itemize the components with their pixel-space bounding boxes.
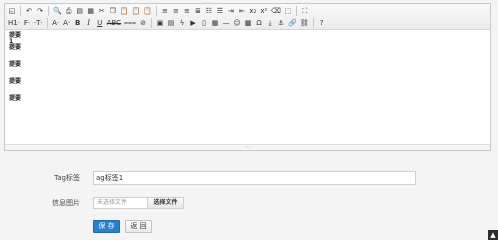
source-icon[interactable]: ◱ bbox=[7, 6, 17, 17]
clear-format-icon[interactable]: ⌫ bbox=[270, 6, 282, 17]
toolbar-separator bbox=[48, 6, 49, 16]
save-button[interactable]: 保 存 bbox=[93, 220, 120, 233]
toolbar-row-1: ◱ ↶ ↷ 🔍 ⎙ ▤ ▦ ✂ ❐ 📋 📋 📋 ≡ ≡ ≡ ≣ ☷ ☰ ⇥ ⇤ x₂ x² ⌫ ⬚ ⛶ bbox=[7, 5, 488, 17]
align-right-icon[interactable]: ≡ bbox=[182, 6, 192, 17]
remove-format-icon[interactable]: ⊘ bbox=[138, 18, 148, 29]
resize-grip-icon: ⋯ bbox=[244, 144, 251, 151]
template-icon[interactable]: ▤ bbox=[75, 6, 85, 17]
strikethrough-icon[interactable]: ABC bbox=[106, 18, 122, 29]
print-icon[interactable]: ⎙ bbox=[64, 6, 74, 17]
toolbar-separator bbox=[155, 6, 157, 16]
emoticon-icon[interactable]: ☺ bbox=[232, 18, 242, 29]
editor-line: 提要 bbox=[9, 78, 22, 85]
unordered-list-icon[interactable]: ☰ bbox=[215, 6, 225, 17]
toolbar-separator bbox=[46, 18, 48, 28]
baidu-map-icon[interactable]: ▩ bbox=[243, 18, 253, 29]
file-placeholder: 未选择文件 bbox=[97, 199, 128, 206]
bold-icon[interactable]: B bbox=[73, 18, 83, 29]
undo-icon[interactable]: ↶ bbox=[24, 6, 34, 17]
outdent-icon[interactable]: ⇤ bbox=[237, 6, 247, 17]
link-icon[interactable]: 🔗 bbox=[287, 18, 298, 29]
preview-icon[interactable]: 🔍 bbox=[52, 6, 63, 17]
font-family-icon[interactable]: F· bbox=[22, 18, 32, 29]
redo-icon[interactable]: ↷ bbox=[35, 6, 45, 17]
special-char-icon[interactable]: Ω bbox=[254, 18, 264, 29]
editor-toolbar: ◱ ↶ ↷ 🔍 ⎙ ▤ ▦ ✂ ❐ 📋 📋 📋 ≡ ≡ ≡ ≣ ☷ ☰ ⇥ ⇤ x₂ x² ⌫ ⬚ ⛶ H1· F· ·T· A· A·… bbox=[5, 4, 490, 30]
underline-icon[interactable]: U bbox=[95, 18, 105, 29]
heading-icon[interactable]: H1· bbox=[7, 18, 21, 29]
pagebreak-icon[interactable]: ⤓ bbox=[265, 18, 275, 29]
align-left-icon[interactable]: ≡ bbox=[160, 6, 170, 17]
font-color-icon[interactable]: A· bbox=[51, 18, 61, 29]
anchor-icon[interactable]: ⚓ bbox=[276, 18, 286, 29]
help-icon[interactable]: ? bbox=[317, 18, 327, 29]
tag-input[interactable] bbox=[93, 171, 416, 185]
image-icon[interactable]: ▣ bbox=[155, 18, 165, 29]
toolbar-row-2: H1· F· ·T· A· A· B I U ABC ⩶ ⊘ ▣ ▤ ϟ ▶ ▯ ▦ — ☺ ▩ Ω ⤓ ⚓ 🔗 ⛓? bbox=[7, 17, 488, 29]
attachment-icon[interactable]: ▯ bbox=[199, 18, 209, 29]
media-icon[interactable]: ▶ bbox=[188, 18, 198, 29]
paste-icon[interactable]: 📋 bbox=[119, 6, 130, 17]
table-icon[interactable]: ▦ bbox=[210, 18, 220, 29]
align-center-icon[interactable]: ≡ bbox=[171, 6, 181, 17]
scroll-up-icon[interactable]: ▲ bbox=[488, 230, 498, 240]
paste-plain-icon[interactable]: 📋 bbox=[130, 6, 141, 17]
line-height-icon[interactable]: ⩶ bbox=[123, 18, 137, 29]
toolbar-separator bbox=[20, 6, 21, 16]
editor-line: 提要 bbox=[9, 95, 22, 102]
tag-row: Tag标签 bbox=[0, 170, 498, 186]
ordered-list-icon[interactable]: ☷ bbox=[204, 6, 214, 17]
tag-label: Tag标签 bbox=[54, 174, 80, 182]
paste-word-icon[interactable]: 📋 bbox=[142, 6, 153, 17]
highlight-icon[interactable]: A· bbox=[62, 18, 72, 29]
fullscreen-icon[interactable]: ⛶ bbox=[300, 6, 310, 17]
select-all-icon[interactable]: ⬚ bbox=[283, 6, 293, 17]
rich-text-editor: ◱ ↶ ↷ 🔍 ⎙ ▤ ▦ ✂ ❐ 📋 📋 📋 ≡ ≡ ≡ ≣ ☷ ☰ ⇥ ⇤ x₂ x² ⌫ ⬚ ⛶ H1· F· ·T· A· A·… bbox=[4, 3, 491, 151]
cut-icon[interactable]: ✂ bbox=[97, 6, 107, 17]
choose-file-button[interactable]: 选择文件 bbox=[147, 198, 183, 208]
unlink-icon[interactable]: ⛓ bbox=[299, 18, 310, 29]
toolbar-separator bbox=[312, 18, 314, 28]
editor-line: 提要 bbox=[9, 44, 22, 51]
indent-icon[interactable]: ⇥ bbox=[226, 6, 236, 17]
copy-icon[interactable]: ❐ bbox=[108, 6, 118, 17]
flash-icon[interactable]: ϟ bbox=[177, 18, 187, 29]
code-icon[interactable]: ▦ bbox=[86, 6, 96, 17]
toolbar-separator bbox=[295, 6, 297, 16]
editor-resize-handle[interactable]: ⋯ bbox=[5, 144, 490, 151]
hr-icon[interactable]: — bbox=[221, 18, 231, 29]
back-button[interactable]: 返 回 bbox=[125, 220, 152, 233]
file-input[interactable]: 未选择文件 选择文件 bbox=[93, 197, 184, 209]
editor-content-area[interactable]: 提要 1 提要 提要 提要 提要 bbox=[5, 30, 490, 143]
subscript-icon[interactable]: x₂ bbox=[248, 6, 258, 17]
image-label: 信息图片 bbox=[52, 199, 80, 207]
toolbar-separator bbox=[151, 18, 153, 28]
image-row: 信息图片 未选择文件 选择文件 bbox=[0, 195, 498, 211]
italic-icon[interactable]: I bbox=[84, 18, 94, 29]
editor-line: 提要 bbox=[9, 61, 22, 68]
superscript-icon[interactable]: x² bbox=[259, 6, 269, 17]
align-justify-icon[interactable]: ≣ bbox=[193, 6, 203, 17]
multi-image-icon[interactable]: ▤ bbox=[166, 18, 176, 29]
font-size-icon[interactable]: ·T· bbox=[33, 18, 44, 29]
